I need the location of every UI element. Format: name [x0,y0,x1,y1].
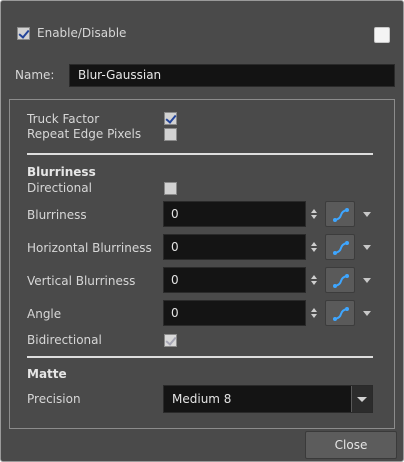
name-label: Name: [15,68,55,82]
blurriness-spin-icon[interactable] [310,207,318,221]
angle-spin-icon[interactable] [310,306,318,320]
angle-dropdown-icon[interactable] [363,311,371,316]
horizontal-blurriness-dropdown-icon[interactable] [363,245,371,250]
blur-gaussian-dialog: Enable/Disable Name: Blur-Gaussian Truck… [0,0,404,462]
directional-label: Directional [27,181,92,195]
precision-value: Medium 8 [172,392,232,406]
repeat-edge-pixels-checkbox[interactable] [164,128,177,141]
vertical-blurriness-dropdown-icon[interactable] [363,278,371,283]
blurriness-function-button[interactable] [325,201,355,227]
chevron-down-icon[interactable] [351,386,372,412]
angle-function-button[interactable] [325,300,355,326]
function-curve-icon [333,241,349,255]
blurriness-dropdown-icon[interactable] [363,212,371,217]
repeat-edge-pixels-label: Repeat Edge Pixels [27,127,142,141]
blurriness-field[interactable]: 0 [163,201,306,227]
bidirectional-checkbox[interactable] [164,334,177,347]
horizontal-blurriness-label: Horizontal Blurriness [27,241,152,255]
bidirectional-label: Bidirectional [27,333,102,347]
vertical-blurriness-spin-icon[interactable] [310,273,318,287]
function-curve-icon [333,274,349,288]
function-curve-icon [333,307,349,321]
blurriness-label: Blurriness [27,208,87,222]
precision-label: Precision [27,392,81,406]
directional-checkbox[interactable] [164,182,177,195]
horizontal-blurriness-spin-icon[interactable] [310,240,318,254]
horizontal-blurriness-function-button[interactable] [325,234,355,260]
color-swatch[interactable] [374,27,390,43]
matte-section-title: Matte [27,367,67,381]
horizontal-blurriness-field[interactable]: 0 [163,234,306,260]
enable-disable-checkbox[interactable] [17,27,30,40]
angle-label: Angle [27,307,62,321]
enable-disable-label: Enable/Disable [37,26,127,40]
precision-select[interactable]: Medium 8 [163,385,373,413]
parameters-group [9,99,395,429]
separator-matte [27,356,373,358]
function-curve-icon [333,208,349,222]
vertical-blurriness-label: Vertical Blurriness [27,274,136,288]
truck-factor-checkbox[interactable] [164,112,177,125]
name-field[interactable]: Blur-Gaussian [69,64,395,87]
close-button[interactable]: Close [305,431,397,459]
vertical-blurriness-function-button[interactable] [325,267,355,293]
blurriness-section-title: Blurriness [27,165,96,179]
angle-field[interactable]: 0 [163,300,306,326]
truck-factor-label: Truck Factor [27,112,100,126]
vertical-blurriness-field[interactable]: 0 [163,267,306,293]
separator-blurriness [27,153,373,155]
